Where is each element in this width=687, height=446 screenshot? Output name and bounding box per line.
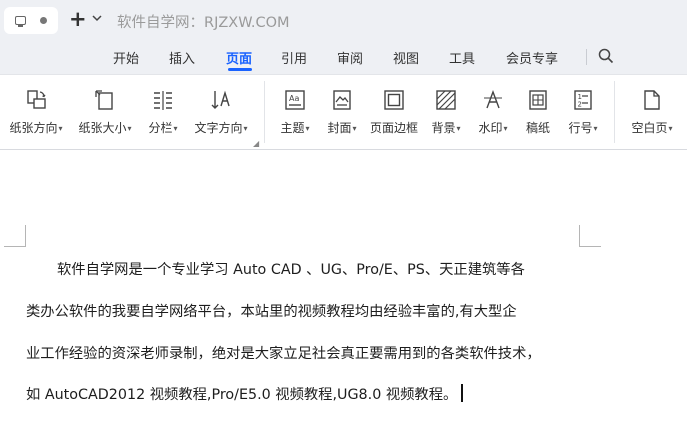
- manuscript-paper-label: 稿纸: [525, 121, 550, 135]
- document-line[interactable]: 类办公软件的我要自学网络平台，本站里的视频教程均由经验丰富的,有大型企: [26, 300, 586, 321]
- text-cursor: [461, 384, 463, 402]
- document-page[interactable]: 软件自学网是一个专业学习 Auto CAD 、UG、Pro/E、PS、天正建筑等…: [0, 151, 687, 446]
- watermark-label: 水印: [478, 121, 503, 135]
- title-bar: + 软件自学网：RJZXW.COM: [0, 0, 687, 40]
- columns-button[interactable]: 分栏▾: [141, 75, 185, 149]
- new-tab-button[interactable]: +: [69, 8, 87, 30]
- chevron-down-icon[interactable]: [92, 14, 102, 22]
- page-border-icon: [382, 88, 406, 112]
- line-numbers-icon: 12: [571, 88, 595, 112]
- tab-dot-icon[interactable]: [40, 17, 47, 24]
- svg-text:Aa: Aa: [289, 94, 299, 103]
- margin-corner-mark: [579, 225, 601, 247]
- watermark-icon: [481, 88, 505, 112]
- tab-member[interactable]: 会员专享: [506, 48, 558, 67]
- theme-label: 主题: [280, 121, 305, 135]
- paper-size-label: 纸张大小: [78, 121, 127, 135]
- tab-tools[interactable]: 工具: [449, 48, 475, 67]
- dialog-launcher-icon[interactable]: ◢: [253, 139, 259, 148]
- manuscript-paper-icon: [526, 88, 550, 112]
- tab-home[interactable]: 开始: [113, 48, 139, 67]
- menu-divider: [586, 49, 587, 65]
- ribbon-divider: [614, 81, 615, 143]
- tab-references[interactable]: 引用: [281, 48, 307, 67]
- background-icon: [434, 88, 458, 112]
- theme-button[interactable]: Aa 主题▾: [273, 75, 317, 149]
- blank-page-icon: [640, 88, 664, 112]
- page-border-label: 页面边框: [369, 121, 418, 135]
- search-icon[interactable]: [597, 47, 615, 69]
- window-tab-icon[interactable]: [15, 16, 26, 27]
- menu-bar: 开始 插入 页面 引用 审阅 视图 工具 会员专享: [0, 40, 687, 74]
- text-direction-button[interactable]: 文字方向▾: [189, 75, 253, 149]
- tab-insert[interactable]: 插入: [169, 48, 195, 67]
- cover-page-label: 封面: [327, 121, 352, 135]
- line-numbers-button[interactable]: 12 行号▾: [561, 75, 605, 149]
- document-line[interactable]: 软件自学网是一个专业学习 Auto CAD 、UG、Pro/E、PS、天正建筑等…: [26, 258, 586, 279]
- document-line[interactable]: 如 AutoCAD2012 视频教程,Pro/E5.0 视频教程,UG8.0 视…: [26, 387, 457, 403]
- page-orientation-label: 纸张方向: [9, 121, 58, 135]
- window-title: 软件自学网：RJZXW.COM: [117, 15, 290, 31]
- watermark-button[interactable]: 水印▾: [471, 75, 515, 149]
- blank-page-button[interactable]: 空白页▾: [624, 75, 680, 149]
- page-orientation-icon: [24, 88, 48, 112]
- paper-size-icon: [93, 88, 117, 112]
- tab-review[interactable]: 审阅: [337, 48, 363, 67]
- line-numbers-label: 行号: [568, 121, 593, 135]
- cover-page-button[interactable]: 封面▾: [320, 75, 364, 149]
- manuscript-paper-button[interactable]: 稿纸: [518, 75, 558, 149]
- document-line[interactable]: 业工作经验的资深老师录制，绝对是大家立足社会真正要需用到的各类软件技术，: [26, 342, 586, 363]
- page-orientation-button[interactable]: 纸张方向▾: [5, 75, 67, 149]
- blank-page-label: 空白页: [631, 121, 668, 135]
- tab-page[interactable]: 页面: [226, 48, 252, 67]
- ribbon-divider: [264, 81, 265, 143]
- document-last-line[interactable]: 如 AutoCAD2012 视频教程,Pro/E5.0 视频教程,UG8.0 视…: [26, 383, 586, 404]
- svg-text:2: 2: [578, 101, 582, 109]
- columns-label: 分栏: [148, 121, 173, 135]
- tab-switcher[interactable]: [4, 7, 58, 34]
- active-tab-indicator: [228, 68, 252, 71]
- paper-size-button[interactable]: 纸张大小▾: [73, 75, 137, 149]
- ribbon-toolbar: 纸张方向▾ 纸张大小▾ 分栏▾ 文字方向▾ ◢ Aa 主题▾ 封面▾ 页面边框 …: [0, 74, 687, 150]
- page-border-button[interactable]: 页面边框: [367, 75, 421, 149]
- background-button[interactable]: 背景▾: [424, 75, 468, 149]
- text-direction-label: 文字方向: [194, 121, 243, 135]
- columns-icon: [151, 88, 175, 112]
- background-label: 背景: [431, 121, 456, 135]
- text-direction-icon: [209, 88, 233, 112]
- tab-view[interactable]: 视图: [393, 48, 419, 67]
- cover-page-icon: [330, 88, 354, 112]
- margin-corner-mark: [4, 225, 26, 247]
- theme-icon: Aa: [283, 88, 307, 112]
